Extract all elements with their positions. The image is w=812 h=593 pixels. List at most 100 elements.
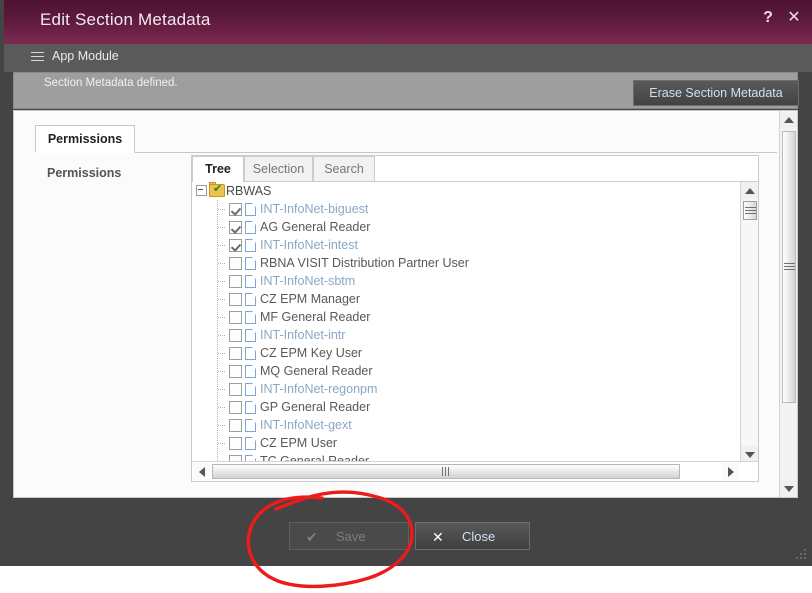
- tree-node[interactable]: GP General Reader: [192, 398, 740, 416]
- node-label: INT-InfoNet-sbtm: [260, 274, 356, 288]
- node-checkbox[interactable]: [229, 238, 242, 252]
- document-icon: [245, 328, 256, 342]
- tree-line-icon: [217, 344, 229, 362]
- tree-scroll-left-icon[interactable]: [193, 463, 210, 480]
- permissions-tree-widget: Tree Selection Search ✔ RBWAS INT-InfoNet…: [191, 155, 759, 482]
- tab-permissions[interactable]: Permissions: [35, 125, 135, 153]
- tab-selection[interactable]: Selection: [244, 156, 313, 182]
- dialog-scroll-up-icon[interactable]: [780, 111, 797, 128]
- tree-node[interactable]: CZ EPM User: [192, 434, 740, 452]
- tree-line-icon: [217, 236, 229, 254]
- tab-tree[interactable]: Tree: [192, 156, 244, 182]
- node-label: CZ EPM User: [260, 436, 338, 450]
- save-button-label: Save: [336, 529, 366, 544]
- close-icon[interactable]: ✕: [784, 8, 804, 28]
- node-checkbox[interactable]: [229, 400, 242, 414]
- document-icon: [245, 364, 256, 378]
- document-icon: [245, 274, 256, 288]
- document-icon: [245, 202, 256, 216]
- tree-node[interactable]: INT-InfoNet-regonpm: [192, 380, 740, 398]
- node-label: GP General Reader: [260, 400, 371, 414]
- tree-root-node[interactable]: ✔ RBWAS: [192, 182, 740, 200]
- tree-node[interactable]: INT-InfoNet-gext: [192, 416, 740, 434]
- node-checkbox[interactable]: [229, 436, 242, 450]
- tab-search[interactable]: Search: [313, 156, 375, 182]
- message-bar: Section Metadata defined. Erase Section …: [13, 72, 799, 109]
- tree-line-icon: [217, 380, 229, 398]
- hamburger-icon[interactable]: [31, 52, 44, 63]
- document-icon: [245, 418, 256, 432]
- tree-vertical-scroll-thumb[interactable]: [743, 201, 757, 220]
- tree-horizontal-scrollbar[interactable]: [192, 461, 758, 481]
- node-checkbox[interactable]: [229, 256, 242, 270]
- tree-line-icon: [217, 290, 229, 308]
- tree-line-icon: [217, 434, 229, 452]
- resize-grip-icon[interactable]: [794, 549, 808, 563]
- dialog-vertical-scrollbar[interactable]: [779, 111, 797, 497]
- tree-node[interactable]: CZ EPM Key User: [192, 344, 740, 362]
- document-icon: [245, 310, 256, 324]
- tree-node[interactable]: INT-InfoNet-intest: [192, 236, 740, 254]
- tree-node[interactable]: MQ General Reader: [192, 362, 740, 380]
- erase-section-metadata-button[interactable]: Erase Section Metadata: [633, 80, 799, 106]
- permissions-tabstrip: Permissions: [35, 125, 777, 153]
- tree-node[interactable]: INT-InfoNet-intr: [192, 326, 740, 344]
- permissions-field-label: Permissions: [47, 166, 122, 180]
- tree-node[interactable]: INT-InfoNet-biguest: [192, 200, 740, 218]
- node-label: INT-InfoNet-intr: [260, 328, 346, 342]
- tree-node[interactable]: INT-InfoNet-sbtm: [192, 272, 740, 290]
- dialog-title: Edit Section Metadata: [40, 10, 211, 29]
- node-label: MQ General Reader: [260, 364, 373, 378]
- document-icon: [245, 382, 256, 396]
- dialog-vertical-scroll-thumb[interactable]: [782, 131, 796, 403]
- tree-scroll-up-icon[interactable]: [741, 182, 758, 199]
- help-icon[interactable]: ?: [758, 8, 778, 28]
- tree-scroll-right-icon[interactable]: [722, 463, 739, 480]
- tree-node[interactable]: RBNA VISIT Distribution Partner User: [192, 254, 740, 272]
- node-label: CZ EPM Key User: [260, 346, 363, 360]
- node-label: INT-InfoNet-gext: [260, 418, 352, 432]
- node-checkbox[interactable]: [229, 418, 242, 432]
- dialog-scroll-down-icon[interactable]: [780, 480, 797, 497]
- tree-line-icon: [217, 326, 229, 344]
- node-checkbox[interactable]: [229, 274, 242, 288]
- node-checkbox[interactable]: [229, 328, 242, 342]
- node-checkbox[interactable]: [229, 220, 242, 234]
- close-button[interactable]: ✕ Close: [415, 522, 530, 550]
- close-button-label: Close: [462, 529, 496, 544]
- tree-scroll-area: ✔ RBWAS INT-InfoNet-biguest AG General Rea…: [192, 182, 740, 463]
- tree-vertical-scrollbar[interactable]: [740, 182, 758, 463]
- document-icon: [245, 436, 256, 450]
- node-label: CZ EPM Manager: [260, 292, 361, 306]
- tree-node[interactable]: AG General Reader: [192, 218, 740, 236]
- node-label: INT-InfoNet-regonpm: [260, 382, 378, 396]
- module-label: App Module: [52, 49, 119, 63]
- node-checkbox[interactable]: [229, 364, 242, 378]
- dialog-footer: ✔ Save ✕ Close: [4, 500, 812, 566]
- document-icon: [245, 346, 256, 360]
- node-checkbox[interactable]: [229, 346, 242, 360]
- dialog-titlebar: Edit Section Metadata ? ✕: [4, 0, 812, 44]
- tree-line-icon: [217, 398, 229, 416]
- tree-node[interactable]: MF General Reader: [192, 308, 740, 326]
- node-checkbox[interactable]: [229, 382, 242, 396]
- node-label: RBNA VISIT Distribution Partner User: [260, 256, 469, 270]
- tree-line-icon: [217, 308, 229, 326]
- node-checkbox[interactable]: [229, 292, 242, 306]
- tree-horizontal-scroll-thumb[interactable]: [212, 464, 680, 479]
- tree-line-icon: [217, 218, 229, 236]
- document-icon: [245, 400, 256, 414]
- tree-node[interactable]: CZ EPM Manager: [192, 290, 740, 308]
- tree-line-icon: [217, 416, 229, 434]
- tree-node-list: INT-InfoNet-biguest AG General Reader INT-…: [192, 200, 740, 463]
- save-button[interactable]: ✔ Save: [289, 522, 409, 550]
- tree-line-icon: [217, 362, 229, 380]
- status-message: Section Metadata defined.: [44, 77, 178, 89]
- node-checkbox[interactable]: [229, 310, 242, 324]
- tree-root-label: RBWAS: [226, 183, 272, 198]
- tree-tabstrip: Tree Selection Search: [192, 156, 758, 182]
- node-checkbox[interactable]: [229, 202, 242, 216]
- content-panel: Permissions Permissions Tree Selection S…: [13, 110, 798, 498]
- tree-line-icon: [217, 254, 229, 272]
- collapse-icon[interactable]: [196, 185, 207, 197]
